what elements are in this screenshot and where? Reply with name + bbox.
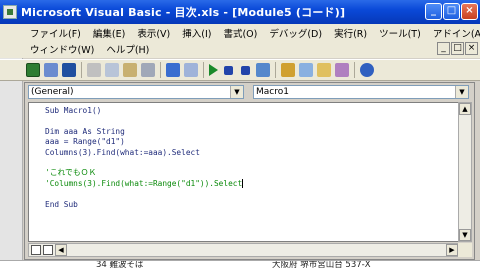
toolbar-separator [354,62,355,78]
worksheet-strip: 34 難波そば 大阪府 堺市宮山台 537-X [0,260,480,271]
worksheet-cell-text: 大阪府 堺市宮山台 537-X [272,260,371,270]
menu-format[interactable]: 書式(O) [217,26,263,40]
save-icon[interactable] [62,63,76,77]
chevron-down-icon[interactable]: ▼ [455,86,468,98]
cut-icon[interactable] [87,63,101,77]
child-minimize-button[interactable]: _ [437,42,450,55]
menu-help[interactable]: ヘルプ(H) [100,42,155,56]
close-button[interactable]: × [461,3,478,20]
menu-row-1: ファイル(F) 編集(E) 表示(V) 挿入(I) 書式(O) デバッグ(D) … [24,25,480,41]
minimize-button[interactable]: _ [425,3,442,20]
text-cursor [242,179,244,189]
toolbar-separator [160,62,161,78]
code-line: Columns(3).Find(what:=aaa).Select [45,147,200,157]
find-icon[interactable] [141,63,155,77]
procedure-view-icon[interactable] [31,245,41,255]
child-close-button[interactable]: × [465,42,478,55]
procedure-dropdown[interactable]: Macro1 ▼ [253,85,469,99]
code-text[interactable]: Sub Macro1() Dim aaa As String aaa = Ran… [45,106,244,210]
vbe-window: Microsoft Visual Basic - 目次.xls - [Modul… [0,0,480,271]
procedure-dropdown-value: Macro1 [256,87,289,97]
comment-line: 'これでもＯＫ [45,168,97,178]
toolbar-separator [275,62,276,78]
toolbox-icon[interactable] [335,63,349,77]
menu-addins[interactable]: アドイン(A) [427,26,480,40]
child-window-controls: _ □ × [437,42,478,55]
child-restore-button[interactable]: □ [451,42,464,55]
horizontal-scrollbar[interactable]: ◀ ▶ [28,243,459,257]
scroll-right-arrow-icon[interactable]: ▶ [446,244,458,256]
scroll-left-arrow-icon[interactable]: ◀ [55,244,67,256]
pause-icon[interactable] [224,65,233,75]
chevron-down-icon[interactable]: ▼ [230,86,243,98]
code-editor[interactable]: Sub Macro1() Dim aaa As String aaa = Ran… [28,102,459,242]
properties-icon[interactable] [299,63,313,77]
menu-bar: ファイル(F) 編集(E) 表示(V) 挿入(I) 書式(O) デバッグ(D) … [0,24,480,58]
menu-tools[interactable]: ツール(T) [373,26,427,40]
code-line: End Sub [45,199,78,209]
full-module-view-icon[interactable] [43,245,53,255]
menu-debug[interactable]: デバッグ(D) [263,26,328,40]
object-dropdown-value: (General) [31,87,74,97]
vba-app-icon[interactable] [3,5,17,19]
menu-edit[interactable]: 編集(E) [87,26,131,40]
run-icon[interactable] [209,64,218,76]
maximize-button[interactable]: □ [443,3,460,20]
standard-toolbar [0,59,480,81]
title-bar[interactable]: Microsoft Visual Basic - 目次.xls - [Modul… [0,0,480,24]
paste-icon[interactable] [123,63,137,77]
menu-view[interactable]: 表示(V) [131,26,176,40]
vertical-scrollbar[interactable]: ▲ ▼ [458,102,472,242]
code-window: (General) ▼ Macro1 ▼ Sub Macro1() Dim aa… [24,82,475,260]
resize-grip[interactable] [458,243,472,257]
code-line: Dim aaa As String [45,126,125,136]
scroll-down-arrow-icon[interactable]: ▼ [459,229,471,241]
code-line: aaa = Range("d1") [45,137,125,147]
design-mode-icon[interactable] [256,63,270,77]
menu-insert[interactable]: 挿入(I) [176,26,217,40]
scroll-up-arrow-icon[interactable]: ▲ [459,103,471,115]
copy-icon[interactable] [105,63,119,77]
toolbar-separator [203,62,204,78]
menu-window[interactable]: ウィンドウ(W) [24,42,100,56]
menu-row-2: ウィンドウ(W) ヘルプ(H) [24,41,155,57]
comment-line: 'Columns(3).Find(what:=Range("d1")).Sele… [45,178,243,188]
object-dropdown[interactable]: (General) ▼ [28,85,244,99]
project-explorer-icon[interactable] [281,63,295,77]
redo-icon[interactable] [184,63,198,77]
insert-module-icon[interactable] [44,63,58,77]
worksheet-cell-text: 34 難波そば [96,260,144,270]
view-excel-icon[interactable] [26,63,40,77]
menu-file[interactable]: ファイル(F) [24,26,87,40]
toolbar-separator [81,62,82,78]
object-browser-icon[interactable] [317,63,331,77]
undo-icon[interactable] [166,63,180,77]
reset-icon[interactable] [241,65,250,75]
window-title: Microsoft Visual Basic - 目次.xls - [Modul… [21,6,346,19]
help-icon[interactable] [360,63,374,77]
code-line: Sub Macro1() [45,106,102,115]
menu-run[interactable]: 実行(R) [328,26,373,40]
window-controls: _ □ × [425,3,478,20]
